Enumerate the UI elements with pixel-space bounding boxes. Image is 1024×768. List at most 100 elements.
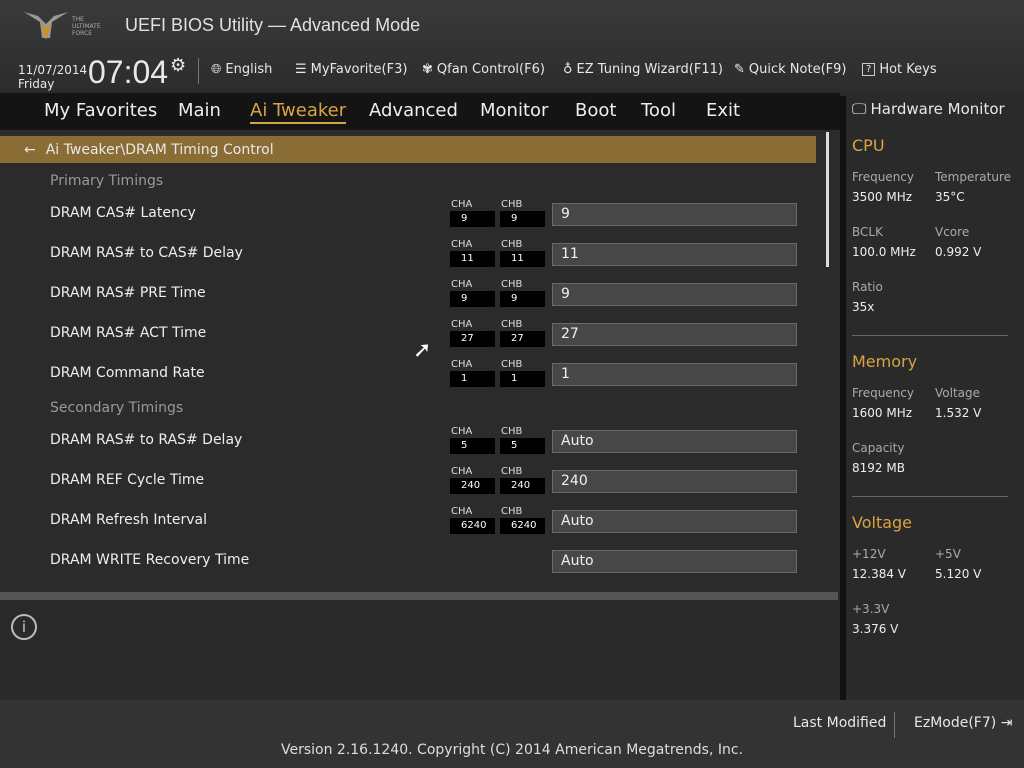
fan-icon: ✾ bbox=[422, 62, 433, 77]
hot-keys-button[interactable]: ? Hot Keys bbox=[862, 62, 937, 77]
breadcrumb-text: Ai Tweaker\DRAM Timing Control bbox=[45, 141, 274, 158]
ezmode-label: EzMode(F7) bbox=[914, 715, 997, 731]
chb-label: CHB bbox=[501, 319, 523, 330]
chb-value: 240 bbox=[500, 478, 545, 494]
setting-label: DRAM CAS# Latency bbox=[50, 205, 196, 221]
cha-value: 27 bbox=[450, 331, 495, 347]
chb-value: 27 bbox=[500, 331, 545, 347]
cha-label: CHA bbox=[451, 466, 473, 477]
setting-value-input[interactable]: Auto bbox=[552, 550, 797, 573]
cha-label: CHA bbox=[451, 199, 473, 210]
chb-value: 11 bbox=[500, 251, 545, 267]
chb-label: CHB bbox=[501, 426, 523, 437]
divider bbox=[852, 496, 1008, 497]
day: Friday bbox=[18, 77, 55, 91]
cpu-heading: CPU bbox=[852, 136, 885, 155]
setting-value-input[interactable]: 27 bbox=[552, 323, 797, 346]
myfavorite-button[interactable]: ☰ MyFavorite(F3) bbox=[295, 62, 407, 77]
date: 11/07/2014 bbox=[18, 63, 88, 77]
tab-advanced[interactable]: Advanced bbox=[369, 100, 458, 121]
exit-icon: ⇥ bbox=[1000, 715, 1013, 731]
tool-label: EZ Tuning Wizard(F11) bbox=[576, 62, 723, 77]
qfan-control-button[interactable]: ✾ Qfan Control(F6) bbox=[422, 62, 545, 77]
chb-value: 9 bbox=[500, 211, 545, 227]
monitor-icon: 🖵︎ bbox=[852, 100, 867, 118]
tab-main[interactable]: Main bbox=[178, 100, 221, 121]
cha-label: CHA bbox=[451, 239, 473, 250]
tab-exit[interactable]: Exit bbox=[706, 100, 740, 121]
language-button[interactable]: 🌐︎ English bbox=[211, 62, 272, 77]
tuf-logo bbox=[24, 12, 68, 40]
setting-label: DRAM REF Cycle Time bbox=[50, 472, 205, 488]
cha-label: CHA bbox=[451, 359, 473, 370]
section-primary-timings: Primary Timings bbox=[50, 173, 164, 189]
mem-voltage-label: Voltage bbox=[935, 386, 981, 400]
setting-value-input[interactable]: 9 bbox=[552, 203, 797, 226]
setting-value-input[interactable]: Auto bbox=[552, 430, 797, 453]
capacity: 8192 MB bbox=[852, 461, 905, 475]
setting-value-input[interactable]: 240 bbox=[552, 470, 797, 493]
setting-label: DRAM RAS# PRE Time bbox=[50, 285, 206, 301]
app-title: UEFI BIOS Utility — Advanced Mode bbox=[125, 15, 421, 35]
divider bbox=[852, 335, 1008, 336]
chb-label: CHB bbox=[501, 359, 523, 370]
favorite-list-icon: ☰ bbox=[295, 62, 307, 77]
v12: 12.384 V bbox=[852, 567, 907, 581]
clock: 07:04 bbox=[88, 54, 169, 90]
mem-frequency-label: Frequency bbox=[852, 386, 914, 400]
bclk: 100.0 MHz bbox=[852, 245, 916, 259]
setting-value-input[interactable]: 11 bbox=[552, 243, 797, 266]
help-panel bbox=[0, 600, 838, 700]
mem-voltage: 1.532 V bbox=[935, 406, 982, 420]
cha-label: CHA bbox=[451, 506, 473, 517]
vcore-label: Vcore bbox=[935, 225, 970, 239]
note-icon: ✎ bbox=[734, 62, 745, 77]
tab-boot[interactable]: Boot bbox=[575, 100, 616, 121]
chb-label: CHB bbox=[501, 239, 523, 250]
divider bbox=[894, 712, 895, 738]
help-divider bbox=[0, 592, 838, 600]
tool-label: Qfan Control(F6) bbox=[436, 62, 545, 77]
setting-value-input[interactable]: Auto bbox=[552, 510, 797, 533]
cha-value: 9 bbox=[450, 291, 495, 307]
tool-label: Hot Keys bbox=[879, 62, 937, 77]
setting-value-input[interactable]: 9 bbox=[552, 283, 797, 306]
tab-tool[interactable]: Tool bbox=[641, 100, 676, 121]
v5: 5.120 V bbox=[935, 567, 982, 581]
setting-label: DRAM WRITE Recovery Time bbox=[50, 552, 250, 568]
ez-tuning-wizard-button[interactable]: ♁ EZ Tuning Wizard(F11) bbox=[563, 62, 723, 77]
gear-icon[interactable]: ⚙ bbox=[170, 55, 186, 76]
cha-value: 11 bbox=[450, 251, 495, 267]
back-arrow-icon[interactable]: ← bbox=[24, 142, 36, 158]
copyright: Version 2.16.1240. Copyright (C) 2014 Am… bbox=[280, 742, 744, 758]
tab-my-favorites[interactable]: My Favorites bbox=[44, 100, 157, 121]
last-modified-button[interactable]: Last Modified bbox=[793, 715, 886, 731]
chb-label: CHB bbox=[501, 506, 523, 517]
chb-label: CHB bbox=[501, 199, 523, 210]
tab-ai-tweaker[interactable]: Ai Tweaker bbox=[250, 100, 347, 124]
setting-label: DRAM RAS# to CAS# Delay bbox=[50, 245, 243, 261]
cha-value: 1 bbox=[450, 371, 495, 387]
chb-value: 9 bbox=[500, 291, 545, 307]
breadcrumb[interactable]: ← Ai Tweaker\DRAM Timing Control bbox=[0, 136, 816, 163]
v12-label: +12V bbox=[852, 547, 886, 561]
ezmode-button[interactable]: EzMode(F7) ⇥ bbox=[914, 715, 1012, 731]
globe-icon: 🌐︎ bbox=[211, 62, 222, 77]
cpu-temp: 35°C bbox=[935, 190, 965, 204]
ratio: 35x bbox=[852, 300, 875, 314]
quick-note-button[interactable]: ✎ Quick Note(F9) bbox=[734, 62, 846, 77]
chb-label: CHB bbox=[501, 466, 523, 477]
cha-value: 9 bbox=[450, 211, 495, 227]
scrollbar[interactable] bbox=[826, 132, 829, 267]
v33-label: +3.3V bbox=[852, 602, 890, 616]
chb-label: CHB bbox=[501, 279, 523, 290]
tab-monitor[interactable]: Monitor bbox=[480, 100, 548, 121]
section-secondary-timings: Secondary Timings bbox=[50, 400, 184, 416]
date-display: 11/07/2014 Friday bbox=[18, 63, 87, 91]
tool-label: English bbox=[225, 62, 273, 77]
setting-value-input[interactable]: 1 bbox=[552, 363, 797, 386]
cha-value: 240 bbox=[450, 478, 495, 494]
voltage-heading: Voltage bbox=[852, 513, 913, 532]
chb-value: 5 bbox=[500, 438, 545, 454]
title-text: Hardware Monitor bbox=[870, 100, 1005, 118]
